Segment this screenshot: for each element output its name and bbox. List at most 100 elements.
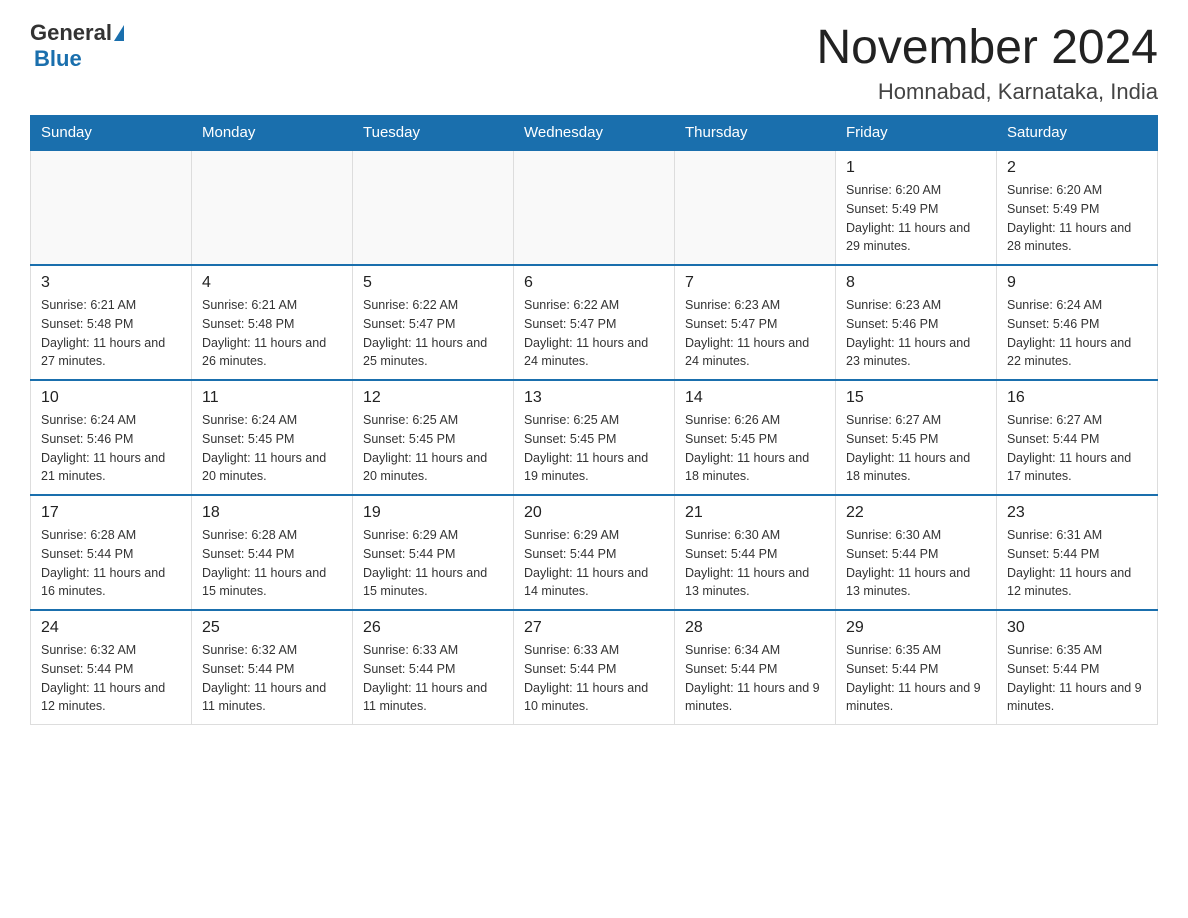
logo-triangle-icon <box>114 25 124 41</box>
calendar-day-cell: 29 Sunrise: 6:35 AM Sunset: 5:44 PM Dayli… <box>836 610 997 725</box>
day-info: Sunrise: 6:26 AM Sunset: 5:45 PM Dayligh… <box>685 411 825 486</box>
logo-blue: Blue <box>34 46 82 71</box>
day-number: 30 <box>1007 619 1147 637</box>
weekday-header-monday: Monday <box>192 116 353 151</box>
calendar-day-cell <box>675 150 836 265</box>
day-number: 6 <box>524 274 664 292</box>
day-info: Sunrise: 6:25 AM Sunset: 5:45 PM Dayligh… <box>524 411 664 486</box>
calendar-header: SundayMondayTuesdayWednesdayThursdayFrid… <box>31 116 1158 151</box>
day-info: Sunrise: 6:27 AM Sunset: 5:44 PM Dayligh… <box>1007 411 1147 486</box>
calendar-day-cell: 19Sunrise: 6:29 AM Sunset: 5:44 PM Dayli… <box>353 495 514 610</box>
calendar-day-cell <box>192 150 353 265</box>
calendar-week-row: 24 Sunrise: 6:32 AM Sunset: 5:44 PM Dayli… <box>31 610 1158 725</box>
calendar-day-cell: 12 Sunrise: 6:25 AM Sunset: 5:45 PM Dayli… <box>353 380 514 495</box>
weekday-header-row: SundayMondayTuesdayWednesdayThursdayFrid… <box>31 116 1158 151</box>
calendar-day-cell <box>353 150 514 265</box>
day-number: 3 <box>41 274 181 292</box>
weekday-header-thursday: Thursday <box>675 116 836 151</box>
day-number: 26 <box>363 619 503 637</box>
day-info: Sunrise: 6:20 AM Sunset: 5:49 PM Dayligh… <box>1007 181 1147 256</box>
day-number: 21 <box>685 504 825 522</box>
calendar-table: SundayMondayTuesdayWednesdayThursdayFrid… <box>30 115 1158 725</box>
calendar-day-cell: 10 Sunrise: 6:24 AM Sunset: 5:46 PM Dayli… <box>31 380 192 495</box>
calendar-day-cell: 24 Sunrise: 6:32 AM Sunset: 5:44 PM Dayli… <box>31 610 192 725</box>
calendar-day-cell: 7 Sunrise: 6:23 AM Sunset: 5:47 PM Daylig… <box>675 265 836 380</box>
day-info: Sunrise: 6:32 AM Sunset: 5:44 PM Dayligh… <box>41 641 181 716</box>
day-info: Sunrise: 6:22 AM Sunset: 5:47 PM Dayligh… <box>363 296 503 371</box>
weekday-header-wednesday: Wednesday <box>514 116 675 151</box>
day-number: 19 <box>363 504 503 522</box>
calendar-day-cell: 17Sunrise: 6:28 AM Sunset: 5:44 PM Dayli… <box>31 495 192 610</box>
day-info: Sunrise: 6:35 AM Sunset: 5:44 PM Dayligh… <box>846 641 986 716</box>
day-number: 7 <box>685 274 825 292</box>
calendar-day-cell: 2Sunrise: 6:20 AM Sunset: 5:49 PM Daylig… <box>997 150 1158 265</box>
month-year-title: November 2024 <box>816 20 1158 75</box>
calendar-day-cell: 6Sunrise: 6:22 AM Sunset: 5:47 PM Daylig… <box>514 265 675 380</box>
logo: General Blue <box>30 20 124 72</box>
day-info: Sunrise: 6:27 AM Sunset: 5:45 PM Dayligh… <box>846 411 986 486</box>
calendar-day-cell: 1 Sunrise: 6:20 AM Sunset: 5:49 PM Daylig… <box>836 150 997 265</box>
day-number: 27 <box>524 619 664 637</box>
calendar-day-cell: 18 Sunrise: 6:28 AM Sunset: 5:44 PM Dayli… <box>192 495 353 610</box>
day-number: 29 <box>846 619 986 637</box>
day-number: 12 <box>363 389 503 407</box>
location-subtitle: Homnabad, Karnataka, India <box>816 79 1158 105</box>
calendar-week-row: 17Sunrise: 6:28 AM Sunset: 5:44 PM Dayli… <box>31 495 1158 610</box>
day-number: 24 <box>41 619 181 637</box>
calendar-day-cell: 8Sunrise: 6:23 AM Sunset: 5:46 PM Daylig… <box>836 265 997 380</box>
calendar-day-cell: 14 Sunrise: 6:26 AM Sunset: 5:45 PM Dayli… <box>675 380 836 495</box>
calendar-day-cell: 25 Sunrise: 6:32 AM Sunset: 5:44 PM Dayli… <box>192 610 353 725</box>
day-number: 9 <box>1007 274 1147 292</box>
logo-general: General <box>30 20 112 46</box>
day-info: Sunrise: 6:28 AM Sunset: 5:44 PM Dayligh… <box>202 526 342 601</box>
calendar-day-cell: 15 Sunrise: 6:27 AM Sunset: 5:45 PM Dayli… <box>836 380 997 495</box>
day-number: 13 <box>524 389 664 407</box>
day-number: 14 <box>685 389 825 407</box>
day-number: 15 <box>846 389 986 407</box>
day-info: Sunrise: 6:23 AM Sunset: 5:46 PM Dayligh… <box>846 296 986 371</box>
day-info: Sunrise: 6:21 AM Sunset: 5:48 PM Dayligh… <box>41 296 181 371</box>
day-info: Sunrise: 6:25 AM Sunset: 5:45 PM Dayligh… <box>363 411 503 486</box>
day-number: 28 <box>685 619 825 637</box>
calendar-week-row: 3 Sunrise: 6:21 AM Sunset: 5:48 PM Daylig… <box>31 265 1158 380</box>
calendar-day-cell: 27 Sunrise: 6:33 AM Sunset: 5:44 PM Dayli… <box>514 610 675 725</box>
day-number: 22 <box>846 504 986 522</box>
day-number: 1 <box>846 159 986 177</box>
day-info: Sunrise: 6:32 AM Sunset: 5:44 PM Dayligh… <box>202 641 342 716</box>
day-info: Sunrise: 6:20 AM Sunset: 5:49 PM Dayligh… <box>846 181 986 256</box>
day-info: Sunrise: 6:33 AM Sunset: 5:44 PM Dayligh… <box>363 641 503 716</box>
calendar-day-cell: 23Sunrise: 6:31 AM Sunset: 5:44 PM Dayli… <box>997 495 1158 610</box>
calendar-week-row: 1 Sunrise: 6:20 AM Sunset: 5:49 PM Daylig… <box>31 150 1158 265</box>
day-number: 16 <box>1007 389 1147 407</box>
day-info: Sunrise: 6:35 AM Sunset: 5:44 PM Dayligh… <box>1007 641 1147 716</box>
calendar-day-cell: 4 Sunrise: 6:21 AM Sunset: 5:48 PM Daylig… <box>192 265 353 380</box>
calendar-day-cell: 20 Sunrise: 6:29 AM Sunset: 5:44 PM Dayli… <box>514 495 675 610</box>
day-number: 18 <box>202 504 342 522</box>
day-info: Sunrise: 6:30 AM Sunset: 5:44 PM Dayligh… <box>846 526 986 601</box>
calendar-day-cell: 26 Sunrise: 6:33 AM Sunset: 5:44 PM Dayli… <box>353 610 514 725</box>
page-header: General Blue November 2024 Homnabad, Kar… <box>30 20 1158 105</box>
day-info: Sunrise: 6:33 AM Sunset: 5:44 PM Dayligh… <box>524 641 664 716</box>
calendar-day-cell: 16 Sunrise: 6:27 AM Sunset: 5:44 PM Dayli… <box>997 380 1158 495</box>
calendar-day-cell <box>31 150 192 265</box>
weekday-header-friday: Friday <box>836 116 997 151</box>
day-info: Sunrise: 6:31 AM Sunset: 5:44 PM Dayligh… <box>1007 526 1147 601</box>
day-info: Sunrise: 6:24 AM Sunset: 5:46 PM Dayligh… <box>1007 296 1147 371</box>
calendar-week-row: 10 Sunrise: 6:24 AM Sunset: 5:46 PM Dayli… <box>31 380 1158 495</box>
day-info: Sunrise: 6:29 AM Sunset: 5:44 PM Dayligh… <box>524 526 664 601</box>
day-info: Sunrise: 6:21 AM Sunset: 5:48 PM Dayligh… <box>202 296 342 371</box>
day-number: 20 <box>524 504 664 522</box>
day-info: Sunrise: 6:24 AM Sunset: 5:45 PM Dayligh… <box>202 411 342 486</box>
day-info: Sunrise: 6:23 AM Sunset: 5:47 PM Dayligh… <box>685 296 825 371</box>
calendar-day-cell: 3 Sunrise: 6:21 AM Sunset: 5:48 PM Daylig… <box>31 265 192 380</box>
calendar-day-cell: 5Sunrise: 6:22 AM Sunset: 5:47 PM Daylig… <box>353 265 514 380</box>
calendar-body: 1 Sunrise: 6:20 AM Sunset: 5:49 PM Daylig… <box>31 150 1158 725</box>
calendar-day-cell: 30 Sunrise: 6:35 AM Sunset: 5:44 PM Dayli… <box>997 610 1158 725</box>
title-block: November 2024 Homnabad, Karnataka, India <box>816 20 1158 105</box>
day-number: 10 <box>41 389 181 407</box>
day-number: 4 <box>202 274 342 292</box>
calendar-day-cell: 11Sunrise: 6:24 AM Sunset: 5:45 PM Dayli… <box>192 380 353 495</box>
day-number: 25 <box>202 619 342 637</box>
weekday-header-saturday: Saturday <box>997 116 1158 151</box>
day-info: Sunrise: 6:24 AM Sunset: 5:46 PM Dayligh… <box>41 411 181 486</box>
